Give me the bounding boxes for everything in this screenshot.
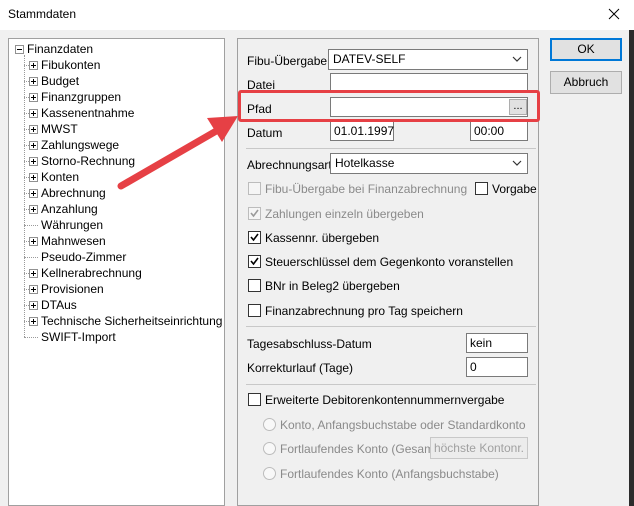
tree-connector: [24, 257, 38, 258]
expand-icon[interactable]: [29, 109, 38, 118]
tree-item-label: Fibukonten: [41, 58, 101, 72]
checkmark-icon: [250, 233, 259, 242]
collapse-icon[interactable]: [15, 45, 24, 54]
fibu-label: Fibu-Übergabe: [247, 54, 328, 68]
time-input[interactable]: 00:00: [470, 121, 528, 141]
tree-root-label: Finanzdaten: [27, 42, 94, 56]
tree-item-label: Anzahlung: [41, 202, 98, 216]
ok-button[interactable]: OK: [550, 38, 622, 61]
finanz-tag-checkbox[interactable]: [248, 304, 261, 317]
expand-icon[interactable]: [29, 189, 38, 198]
expand-icon[interactable]: [29, 269, 38, 278]
abbruch-button[interactable]: Abbruch: [550, 71, 622, 94]
pfad-highlight-box: [238, 90, 540, 122]
category-tree[interactable]: Finanzdaten Fibukonten Budget Finanzgruppe…: [8, 38, 225, 506]
tree-item-label: Konten: [41, 170, 80, 184]
vorgabe-label: Vorgabe: [492, 182, 537, 196]
expand-icon[interactable]: [29, 237, 38, 246]
kassennr-checkbox[interactable]: [248, 231, 261, 244]
abrechnungsart-label: Abrechnungsart: [247, 158, 332, 172]
tree-item-label: Währungen: [41, 218, 104, 232]
korrektur-label: Korrekturlauf (Tage): [247, 361, 354, 375]
expand-icon[interactable]: [29, 125, 38, 134]
radio-fortlaufend-gesamt[interactable]: [263, 442, 276, 455]
finanz-tag-label: Finanzabrechnung pro Tag speichern: [265, 304, 463, 318]
expand-icon[interactable]: [29, 77, 38, 86]
tree-item-label: Technische Sicherheitseinrichtung: [41, 314, 223, 328]
window-title: Stammdaten: [8, 7, 77, 21]
separator: [246, 148, 536, 149]
tree-connector: [24, 337, 38, 338]
tree-item-label: MWST: [41, 122, 78, 136]
tree-item-label: Abrechnung: [41, 186, 106, 200]
steuer-checkbox[interactable]: [248, 255, 261, 268]
abrechnungsart-select-value: Hotelkasse: [335, 156, 395, 170]
separator: [246, 326, 536, 327]
datum-label: Datum: [247, 126, 283, 140]
datum-input[interactable]: 01.01.1997: [330, 121, 394, 141]
tree-item-label: Pseudo-Zimmer: [41, 250, 127, 264]
expand-icon[interactable]: [29, 61, 38, 70]
expand-icon[interactable]: [29, 141, 38, 150]
fibu-finanz-label: Fibu-Übergabe bei Finanzabrechnung: [265, 182, 468, 196]
korrektur-input[interactable]: 0: [466, 357, 528, 377]
radio-fortlaufend-anfang-label: Fortlaufendes Konto (Anfangsbuchstabe): [280, 467, 499, 481]
tagesabschluss-input[interactable]: kein: [466, 333, 528, 353]
tree-item-label: Storno-Rechnung: [41, 154, 136, 168]
expand-icon[interactable]: [29, 301, 38, 310]
fibu-select-value: DATEV-SELF: [333, 52, 406, 66]
chevron-down-icon: [512, 160, 522, 166]
radio-fortlaufend-gesamt-label: Fortlaufendes Konto (Gesamt): [280, 442, 442, 456]
tree-item-label: Kellnerabrechnung: [41, 266, 142, 280]
checkmark-icon: [250, 209, 259, 218]
radio-fortlaufend-anfang[interactable]: [263, 467, 276, 480]
zahlungen-checkbox[interactable]: [248, 207, 261, 220]
fibu-finanz-checkbox[interactable]: [248, 182, 261, 195]
tree-item-label: Finanzgruppen: [41, 90, 122, 104]
steuer-label: Steuerschlüssel dem Gegenkonto voranstel…: [265, 255, 514, 269]
tree-connector: [24, 225, 38, 226]
separator: [246, 384, 536, 385]
fibu-select[interactable]: DATEV-SELF: [328, 49, 528, 70]
bnr-checkbox[interactable]: [248, 279, 261, 292]
chevron-down-icon: [512, 56, 522, 62]
tagesabschluss-label: Tagesabschluss-Datum: [247, 337, 372, 351]
zahlungen-label: Zahlungen einzeln übergeben: [265, 207, 424, 221]
tree-item-label: Provisionen: [41, 282, 104, 296]
expand-icon[interactable]: [29, 93, 38, 102]
close-button[interactable]: [600, 2, 628, 26]
expand-icon[interactable]: [29, 285, 38, 294]
erweiterte-checkbox[interactable]: [248, 393, 261, 406]
tree-item-label: Mahnwesen: [41, 234, 106, 248]
checkmark-icon: [250, 257, 259, 266]
hoechste-kontonr-button[interactable]: höchste Kontonr.: [430, 437, 528, 459]
tree-item-label: Zahlungswege: [41, 138, 120, 152]
radio-konto[interactable]: [263, 418, 276, 431]
window-edge: [629, 30, 634, 506]
title-bar: Stammdaten: [0, 0, 634, 30]
expand-icon[interactable]: [29, 173, 38, 182]
erweiterte-label: Erweiterte Debitorenkontennummernvergabe: [265, 393, 505, 407]
radio-konto-label: Konto, Anfangsbuchstabe oder Standardkon…: [280, 418, 526, 432]
vorgabe-checkbox[interactable]: [475, 182, 488, 195]
tree-item-label: Budget: [41, 74, 80, 88]
tree-item-label: Kassenentnahme: [41, 106, 135, 120]
tree-item-label: SWIFT-Import: [41, 330, 116, 344]
expand-icon[interactable]: [29, 205, 38, 214]
expand-icon[interactable]: [29, 157, 38, 166]
expand-icon[interactable]: [29, 317, 38, 326]
close-icon: [608, 8, 620, 20]
abrechnungsart-select[interactable]: Hotelkasse: [330, 153, 528, 174]
tree-item-label: DTAus: [41, 298, 77, 312]
bnr-label: BNr in Beleg2 übergeben: [265, 279, 400, 293]
kassennr-label: Kassennr. übergeben: [265, 231, 380, 245]
